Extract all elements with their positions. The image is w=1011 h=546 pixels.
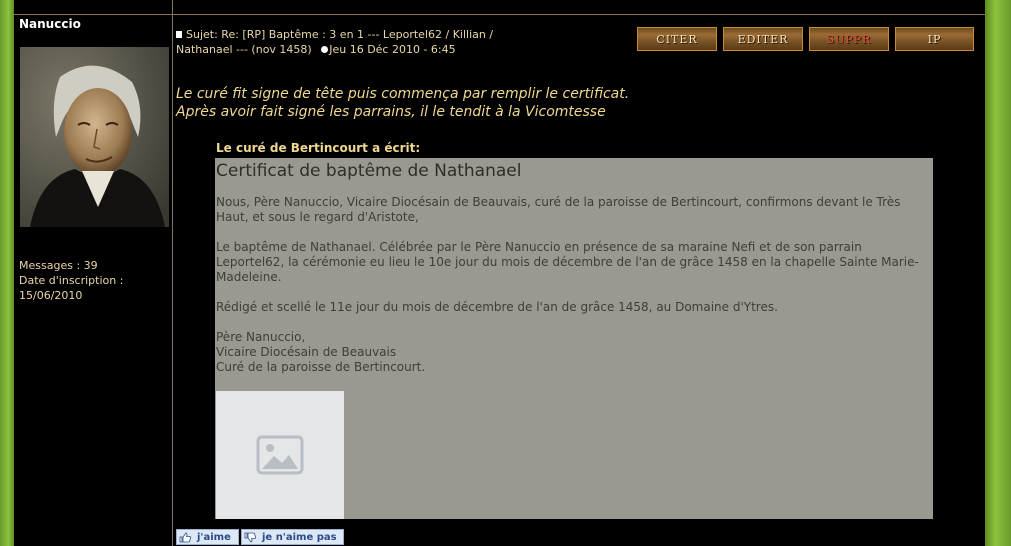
certificate-title: Certificat de baptême de Nathanael <box>216 161 522 181</box>
subject-line-1[interactable]: Sujet: Re: [RP] Baptême : 3 en 1 --- Lep… <box>186 28 493 41</box>
inscription-date: 15/06/2010 <box>19 289 83 302</box>
left-frame-border <box>0 0 14 546</box>
author-username[interactable]: Nanuccio <box>19 17 81 31</box>
thumbs-down-icon <box>244 532 257 542</box>
subject-line-2[interactable]: Nathanael --- (nov 1458) <box>176 43 312 56</box>
certificate-paragraph-1: Nous, Père Nanuccio, Vicaire Diocésain d… <box>216 195 901 224</box>
certificate-paragraph-2: Le baptême de Nathanael. Célébrée par le… <box>216 240 919 284</box>
messages-count: Messages : 39 <box>19 259 98 272</box>
intro-line-1: Le curé fit signe de tête puis commença … <box>176 86 630 102</box>
signature-line-2: Vicaire Diocésain de Beauvais <box>216 345 397 359</box>
delete-button[interactable]: SUPPR <box>809 27 889 51</box>
edit-button[interactable]: EDITER <box>723 27 803 51</box>
post-subject: Sujet: Re: [RP] Baptême : 3 en 1 --- Lep… <box>176 27 536 57</box>
post-top-divider <box>14 14 985 15</box>
quote-author: Le curé de Bertincourt a écrit: <box>216 141 421 155</box>
post-date: Jeu 16 Déc 2010 - 6:45 <box>329 43 456 56</box>
dislike-button[interactable]: je n'aime pas <box>241 529 344 545</box>
post-icon <box>176 31 182 38</box>
signature-line-1: Père Nanuccio, <box>216 330 306 344</box>
ip-button[interactable]: IP <box>895 27 974 51</box>
image-placeholder <box>216 391 344 519</box>
inscription-label: Date d'inscription : <box>19 274 124 287</box>
thumbs-up-icon <box>179 532 192 542</box>
author-stats: Messages : 39 Date d'inscription : 15/06… <box>19 258 123 303</box>
like-label: j'aime <box>197 531 231 543</box>
certificate-paragraph-3: Rédigé et scellé le 11e jour du mois de … <box>216 300 778 314</box>
quote-button[interactable]: CITER <box>637 27 717 51</box>
like-button[interactable]: j'aime <box>176 529 239 545</box>
clock-icon <box>321 46 329 53</box>
right-frame-border <box>985 0 1011 546</box>
image-placeholder-icon <box>256 435 304 475</box>
post-intro-text: Le curé fit signe de tête puis commença … <box>176 85 976 121</box>
signature-line-3: Curé de la paroisse de Bertincourt. <box>216 360 426 374</box>
avatar <box>20 47 169 227</box>
dislike-label: je n'aime pas <box>262 531 337 543</box>
intro-line-2: Après avoir fait signé les parrains, il … <box>176 104 606 120</box>
column-separator <box>172 0 173 546</box>
